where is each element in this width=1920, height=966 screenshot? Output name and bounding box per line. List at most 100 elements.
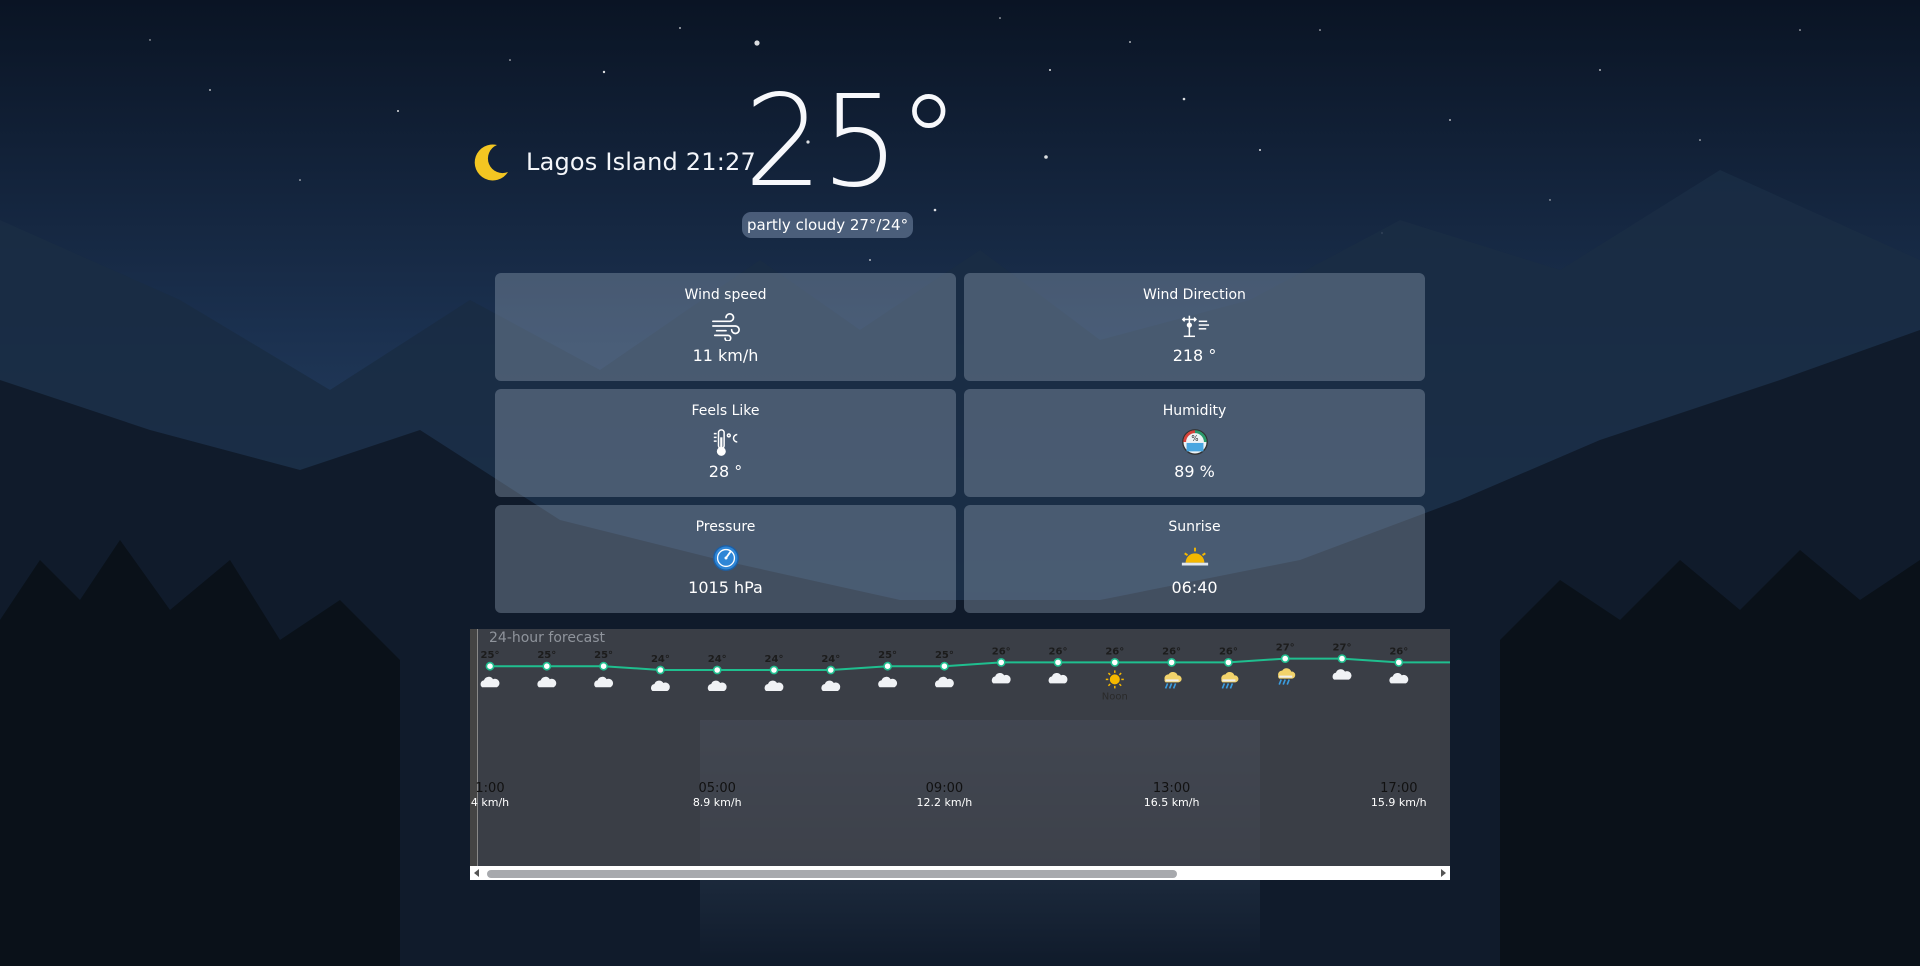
pressure-gauge-icon — [711, 543, 741, 573]
temperature-point — [1167, 658, 1176, 667]
cloud-icon — [537, 676, 557, 688]
rain-cloud-icon — [1278, 668, 1296, 685]
cloud-icon — [934, 676, 954, 688]
cloud-icon — [991, 673, 1011, 684]
temperature-point — [599, 661, 608, 671]
wind-icon — [711, 311, 741, 341]
thermometer-icon — [711, 427, 741, 457]
noon-label: Noon — [1102, 691, 1128, 702]
temperature-point — [996, 658, 1006, 667]
temperature-point — [655, 665, 665, 675]
temperature-label: 26° — [1219, 646, 1238, 657]
temperature-label: 25° — [594, 650, 613, 661]
sun-icon — [1105, 670, 1124, 689]
temperature-label: 24° — [708, 654, 727, 665]
card-humidity: Humidity % 89 % — [964, 389, 1425, 497]
temperature-point — [712, 665, 722, 675]
cloud-icon — [1332, 669, 1352, 680]
temperature-label: 26° — [1105, 646, 1124, 657]
card-value: 1015 hPa — [688, 578, 763, 597]
card-title: Feels Like — [691, 403, 760, 419]
cloud-icon — [707, 680, 727, 691]
wind-speed-label: 8.9 km/h — [693, 796, 742, 809]
time-label: 09:00 — [926, 781, 963, 796]
scroll-left-arrow-icon[interactable] — [474, 869, 479, 877]
time-label: 17:00 — [1380, 781, 1417, 796]
temperature-point — [883, 661, 892, 671]
hourly-forecast-panel[interactable]: 24-hour forecast 25° 25° 25° 24° 24° 24° 24° 25… — [470, 629, 1450, 880]
scroll-right-arrow-icon[interactable] — [1441, 869, 1446, 877]
card-value: 11 km/h — [692, 346, 759, 365]
temperature-label: 25° — [935, 650, 954, 661]
card-title: Humidity — [1162, 403, 1227, 419]
card-wind-speed: Wind speed 11 km/h — [495, 273, 956, 381]
temperature-label: 26° — [992, 646, 1011, 657]
rain-cloud-icon — [1164, 672, 1182, 689]
cloud-icon — [821, 680, 841, 691]
temperature-point — [485, 661, 495, 671]
wind-speed-label: 15.9 km/h — [1371, 796, 1427, 809]
card-title: Wind speed — [684, 287, 767, 303]
wind-vane-icon — [1180, 311, 1210, 341]
horizontal-scrollbar[interactable] — [470, 866, 1450, 880]
sunrise-icon — [1180, 543, 1210, 573]
scroll-thumb[interactable] — [487, 870, 1177, 878]
location-time: Lagos Island 21:27 — [526, 148, 756, 176]
svg-text:%: % — [1191, 434, 1198, 443]
temperature-point — [826, 665, 836, 675]
cloud-icon — [1389, 673, 1409, 684]
temperature-label: 26° — [1049, 646, 1068, 657]
humidity-gauge-icon: % — [1180, 427, 1210, 457]
temperature-point — [1224, 658, 1233, 667]
cloud-icon — [650, 680, 670, 691]
time-label: 13:00 — [1153, 781, 1190, 796]
card-title: Sunrise — [1168, 519, 1221, 535]
temperature-label: 25° — [878, 650, 897, 661]
temperature-label: 27° — [1333, 643, 1352, 654]
card-title: Wind Direction — [1143, 287, 1246, 303]
temperature-point — [769, 665, 779, 675]
temperature-point — [1053, 658, 1063, 667]
card-pressure: Pressure 1015 hPa — [495, 505, 956, 613]
cloud-icon — [480, 676, 500, 688]
temperature-point — [1337, 654, 1347, 663]
temperature-point — [939, 661, 949, 671]
wind-speed-label: 12.2 km/h — [917, 796, 973, 809]
card-value: 06:40 — [1171, 578, 1218, 597]
card-value: 28 ° — [708, 462, 743, 481]
weather-description: partly cloudy 27°/24° — [742, 212, 914, 238]
weather-details-grid: Wind speed 11 km/h Wind Direction 218 ° … — [495, 273, 1425, 613]
temperature-point — [1110, 658, 1120, 667]
temperature-label: 26° — [1389, 646, 1408, 657]
time-label: 1:00 — [475, 781, 504, 796]
cloud-icon — [878, 676, 898, 688]
card-wind-direction: Wind Direction 218 ° — [964, 273, 1425, 381]
wind-speed-label: 16.5 km/h — [1144, 796, 1200, 809]
card-value: 89 % — [1174, 462, 1215, 481]
temperature-label: 25° — [537, 650, 556, 661]
cloud-icon — [594, 676, 614, 688]
card-value: 218 ° — [1172, 346, 1217, 365]
temperature-label: 24° — [651, 654, 670, 665]
temperature-label: 24° — [765, 654, 784, 665]
temperature-label: 24° — [821, 654, 840, 665]
rain-cloud-icon — [1221, 672, 1239, 689]
card-feels-like: Feels Like 28 ° — [495, 389, 956, 497]
temperature-line — [490, 657, 1450, 671]
cloud-icon — [1048, 673, 1068, 684]
temperature-point — [542, 661, 552, 671]
card-title: Pressure — [695, 519, 756, 535]
location-header: Lagos Island 21:27 — [470, 138, 756, 186]
forecast-chart: 25° 25° 25° 24° 24° 24° 24° 25° 25° 26° 26° 26° Noon… — [471, 643, 1450, 809]
cloud-icon — [764, 680, 784, 691]
temperature-label: 25° — [481, 650, 500, 661]
current-temperature: 25° — [744, 68, 960, 216]
temperature-label: 27° — [1276, 643, 1295, 654]
temperature-point — [1280, 654, 1290, 663]
wind-speed-label: 4 km/h — [471, 796, 509, 809]
card-sunrise: Sunrise 06:40 — [964, 505, 1425, 613]
temperature-point — [1394, 658, 1404, 667]
temperature-label: 26° — [1162, 646, 1181, 657]
time-label: 05:00 — [698, 781, 735, 796]
moon-icon — [470, 141, 512, 183]
